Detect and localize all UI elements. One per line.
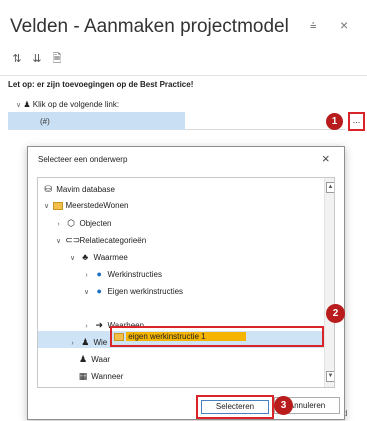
chevron-right-icon[interactable]: › (82, 269, 91, 283)
toolbar-divider (0, 75, 367, 76)
tree-node-eigen-werkinstructie-1[interactable]: eigen werkinstructie 1 (114, 330, 246, 343)
select-subject-dialog: Selecteer een onderwerp × ⛁ Mavim databa… (27, 146, 345, 420)
tree-node-waarmee[interactable]: ∨ ♣ Waarmee (68, 250, 128, 264)
callout-badge-2: 2 (326, 304, 345, 323)
calendar-icon: ▦ (78, 371, 88, 381)
info-icon: ● (96, 269, 102, 279)
scroll-down-arrow-icon[interactable]: ▼ (326, 371, 334, 382)
cube-icon: ⬡ (67, 218, 76, 228)
tree-node-objecten[interactable]: › ⬡ Objecten (54, 216, 111, 232)
scroll-up-arrow-icon[interactable]: ▲ (326, 182, 334, 193)
network-icon: ♣ (82, 252, 89, 262)
info-icon: ● (96, 286, 102, 296)
tree-node-meerstedewonen[interactable]: ∨ MeerstedeWonen (42, 199, 129, 214)
folder-icon (114, 332, 124, 341)
panel-title: Velden - Aanmaken projectmodel (10, 16, 289, 37)
chevron-down-icon[interactable]: ∨ (42, 200, 51, 214)
chevron-right-icon[interactable]: › (82, 320, 91, 334)
field-tree-row[interactable]: ∨ ♟ Klik op de volgende link: (16, 100, 119, 109)
panel-close-icon[interactable]: × (340, 17, 348, 33)
field-value-cell[interactable] (8, 112, 185, 130)
dialog-close-icon[interactable]: × (322, 151, 330, 166)
best-practice-notice: Let op: er zijn toevoegingen op de Best … (8, 80, 194, 89)
person-icon: ♟ (23, 100, 31, 109)
tree-node-werkinstructies[interactable]: › ● Werkinstructies (82, 267, 162, 281)
database-icon: ⛁ (44, 184, 52, 194)
sort-az-icon[interactable]: ⇊ (30, 52, 44, 66)
chevron-right-icon[interactable]: › (54, 218, 63, 232)
chevron-down-icon[interactable]: ∨ (16, 102, 21, 109)
tree-node-wie[interactable]: › ♟ Wie (68, 335, 107, 349)
dialog-title: Selecteer een onderwerp (38, 155, 128, 164)
person-icon: ♟ (81, 337, 90, 347)
callout-badge-3: 3 (274, 396, 293, 415)
tree-node-eigen-werkinstructies[interactable]: ∨ ● Eigen werkinstructies (82, 284, 183, 298)
chevron-down-icon[interactable]: ∨ (54, 235, 63, 249)
sort-icon[interactable]: ⇅ (10, 52, 24, 66)
tree-scrollbar[interactable] (324, 178, 334, 387)
field-value: (#) (40, 117, 50, 126)
field-label: Klik op de volgende link: (32, 100, 120, 109)
pin-icon[interactable]: ⩮ (310, 20, 316, 33)
folder-icon (53, 201, 64, 210)
tree-node-wanneer[interactable]: ▦ Wanneer (77, 369, 124, 383)
ellipsis-button[interactable]: ... (348, 112, 365, 131)
tree-node-waar[interactable]: ♟ Waar (77, 352, 110, 366)
tree-node-database[interactable]: ⛁ Mavim database (42, 182, 115, 196)
arrow-right-icon: ➜ (95, 320, 103, 330)
chevron-down-icon[interactable]: ∨ (82, 286, 91, 300)
subject-tree: ⛁ Mavim database ∨ MeerstedeWonen › ⬡ Ob… (37, 177, 335, 388)
person-icon: ♟ (78, 354, 88, 364)
tree-node-relatiecategorieen[interactable]: ∨ ⊂⊃ Relatiecategorieën (54, 233, 146, 247)
select-button-frame: Selecteren (196, 395, 274, 419)
field-value-underline (185, 129, 345, 130)
link-icon: ⊂⊃ (65, 235, 81, 245)
select-button[interactable]: Selecteren (201, 400, 269, 414)
export-icon[interactable]: 🗎 (50, 52, 64, 66)
chevron-down-icon[interactable]: ∨ (68, 252, 77, 266)
callout-badge-1: 1 (326, 113, 343, 130)
chevron-right-icon[interactable]: › (68, 337, 77, 351)
